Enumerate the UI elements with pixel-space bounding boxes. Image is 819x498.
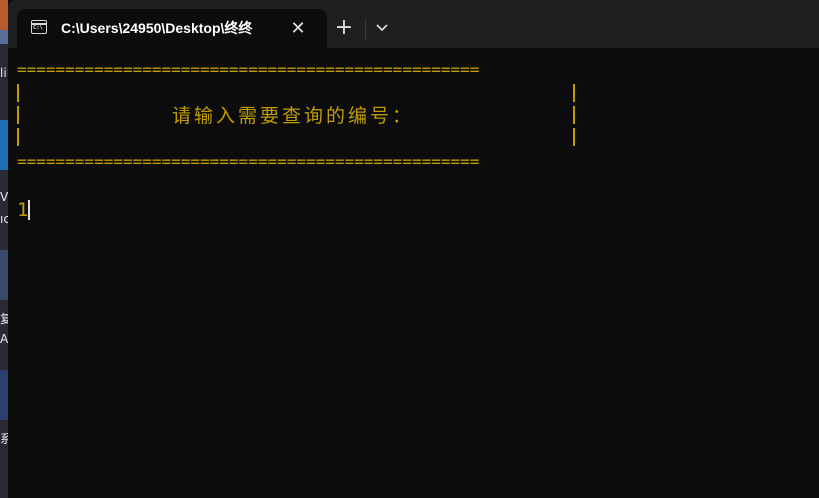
console-icon: C:\ [31, 20, 47, 34]
desktop-label: ıc [0, 212, 8, 226]
new-tab-button[interactable]: + [330, 14, 358, 42]
border-bottom: ========================================… [17, 152, 480, 171]
desktop-label: V [0, 190, 8, 204]
desktop-icon-strip [0, 30, 8, 44]
input-value[interactable]: 1 [17, 198, 28, 222]
tab-terminal[interactable]: C:\ C:\Users\24950\Desktop\终终 ✕ [17, 9, 327, 48]
query-prompt: 请输入需要查询的编号： [172, 105, 415, 127]
desktop-label: li [0, 66, 7, 80]
desktop-icon-strip [0, 0, 8, 30]
border-right [573, 84, 575, 102]
border-top: ========================================… [17, 60, 480, 79]
tab-title: C:\Users\24950\Desktop\终终 [61, 20, 253, 36]
terminal-window: C:\ C:\Users\24950\Desktop\终终 ✕ + ======… [8, 0, 819, 498]
desktop-label: 复 [0, 312, 8, 326]
desktop-label: A [0, 332, 8, 346]
desktop-icon-strip [0, 250, 8, 300]
divider [365, 18, 366, 40]
border-left [17, 106, 19, 124]
tab-dropdown-button[interactable] [368, 14, 396, 42]
desktop-background: li V ıc 复 A 系 [0, 0, 8, 498]
desktop-icon-strip [0, 120, 8, 170]
text-cursor [28, 200, 30, 220]
close-tab-button[interactable]: ✕ [285, 16, 311, 42]
chevron-down-icon [376, 24, 388, 32]
border-right [573, 128, 575, 146]
desktop-label: 系 [0, 432, 8, 446]
title-bar[interactable]: C:\ C:\Users\24950\Desktop\终终 ✕ + [8, 0, 819, 48]
border-right [573, 106, 575, 124]
border-left [17, 128, 19, 146]
desktop-icon-strip [0, 370, 8, 420]
border-left [17, 84, 19, 102]
